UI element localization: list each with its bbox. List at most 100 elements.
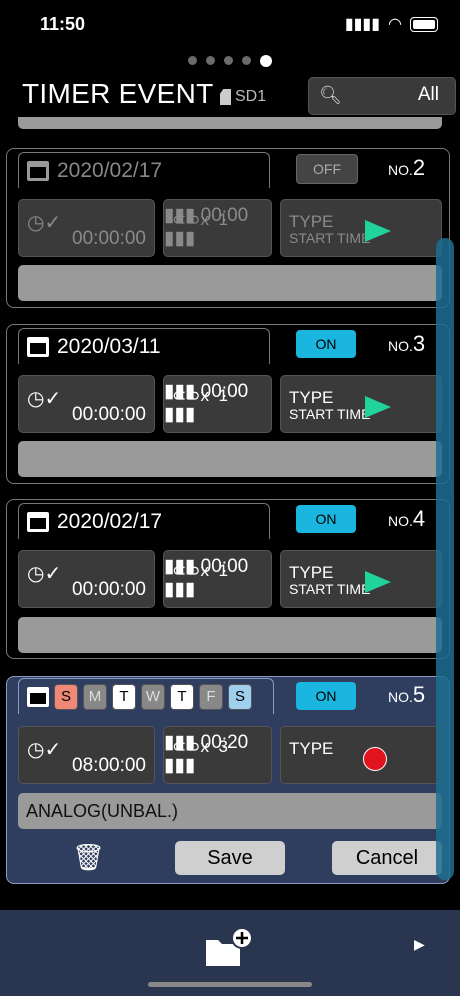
sd-indicator: SD1 — [220, 88, 266, 106]
event-number: NO.2 — [388, 155, 425, 181]
search-filter[interactable]: 🔍︎ All — [308, 77, 456, 115]
event-number: NO.3 — [388, 331, 425, 357]
type-value: START TIME — [289, 230, 371, 246]
event-toggle[interactable]: ON — [296, 682, 356, 710]
play-icon — [365, 396, 391, 418]
calendar-icon — [27, 511, 49, 532]
wifi-icon: ◠ — [388, 16, 402, 33]
page-dot[interactable] — [242, 56, 251, 65]
repeat-box[interactable]: ⊂⊃x 3 ▮▮▮ 00:20 ▮▮▮ — [163, 726, 272, 784]
type-box[interactable]: TYPE START TIME — [280, 199, 442, 257]
event-toggle[interactable]: ON — [296, 330, 356, 358]
save-button[interactable]: Save — [175, 841, 285, 875]
day-saturday[interactable]: S — [228, 683, 252, 710]
event-time: 00:00:00 — [72, 404, 146, 425]
status-icons: ▮▮▮▮ ◠ — [345, 14, 438, 34]
clock-check-icon: ◷✓ — [27, 212, 62, 234]
time-box[interactable]: ◷✓ 00:00:00 — [18, 375, 155, 433]
page-dot[interactable] — [188, 56, 197, 65]
page-dot[interactable] — [224, 56, 233, 65]
event-date-tab[interactable]: 2020/02/17 — [18, 152, 270, 188]
type-value: START TIME — [289, 581, 371, 597]
clock-check-icon: ◷✓ — [27, 388, 62, 410]
repeat-interval: ▮▮▮ 00:00 ▮▮▮ — [164, 381, 249, 425]
play-icon — [365, 571, 391, 593]
next-arrow-icon[interactable]: ▶ — [414, 936, 425, 953]
day-sunday[interactable]: S — [54, 683, 78, 710]
record-icon — [363, 747, 387, 771]
event-number: NO.5 — [388, 682, 425, 708]
time-box[interactable]: ◷✓ 08:00:00 — [18, 726, 155, 784]
event-days-tab[interactable]: S M T W T F S — [18, 678, 274, 714]
time-box[interactable]: ◷✓ 00:00:00 — [18, 199, 155, 257]
trash-icon[interactable]: 🗑︎ — [72, 842, 105, 873]
event-number-value: 2 — [412, 155, 426, 180]
type-label: TYPE — [289, 388, 334, 407]
repeat-interval: ▮▮▮ 00:00 ▮▮▮ — [164, 556, 249, 600]
cancel-button[interactable]: Cancel — [332, 841, 442, 875]
home-indicator — [148, 982, 312, 987]
calendar-icon — [27, 160, 49, 181]
event-number-prefix: NO. — [388, 338, 413, 354]
event-number-prefix: NO. — [388, 162, 413, 178]
event-toggle[interactable]: OFF — [296, 154, 358, 184]
event-time: 00:00:00 — [72, 579, 146, 600]
interval-value: 00:00 — [200, 556, 249, 577]
sd-label: SD1 — [235, 88, 267, 105]
type-label: TYPE — [289, 212, 334, 231]
source-bar[interactable]: ANALOG(UNBAL.) — [18, 793, 442, 829]
type-label: TYPE — [289, 563, 334, 582]
page-dot-active[interactable] — [260, 54, 272, 67]
interval-value: 00:00 — [200, 205, 249, 226]
event-number-value: 4 — [412, 506, 426, 531]
event-number-value: 3 — [412, 331, 426, 356]
type-box[interactable]: TYPE START TIME — [280, 375, 442, 433]
event-date: 2020/02/17 — [57, 158, 163, 182]
event-number-prefix: NO. — [388, 513, 413, 529]
repeat-box[interactable]: ⊂⊃x 1 ▮▮▮ 00:00 ▮▮▮ — [163, 375, 272, 433]
page-dot[interactable] — [206, 56, 215, 65]
event-number-value: 5 — [412, 682, 426, 707]
time-box[interactable]: ◷✓ 00:00:00 — [18, 550, 155, 608]
event-date: 2020/02/17 — [57, 509, 163, 533]
type-value: START TIME — [289, 406, 371, 422]
event-date-tab[interactable]: 2020/02/17 — [18, 503, 270, 539]
interval-value: 00:00 — [200, 381, 249, 402]
battery-icon — [410, 16, 438, 32]
event-toggle[interactable]: ON — [296, 505, 356, 533]
sd-card-icon — [220, 89, 231, 105]
source-bar[interactable] — [18, 441, 442, 477]
signal-icon: ▮▮▮▮ — [344, 16, 381, 33]
type-box[interactable]: TYPE — [280, 726, 442, 784]
interval-value: 00:20 — [200, 732, 249, 753]
scrollbar[interactable] — [436, 238, 454, 880]
search-icon: 🔍︎ — [319, 85, 342, 105]
folder-add-icon[interactable] — [204, 927, 254, 968]
event-date-tab[interactable]: 2020/03/11 — [18, 328, 270, 364]
event-number: NO.4 — [388, 506, 425, 532]
clock-check-icon: ◷✓ — [27, 563, 62, 585]
event-number-prefix: NO. — [388, 689, 413, 705]
previous-event-source-bar[interactable] — [18, 117, 442, 129]
day-wednesday[interactable]: W — [141, 683, 165, 710]
play-icon — [365, 220, 391, 242]
calendar-icon — [27, 686, 49, 707]
clock-check-icon: ◷✓ — [27, 739, 62, 761]
source-bar[interactable] — [18, 617, 442, 653]
day-tuesday[interactable]: T — [112, 683, 136, 710]
status-time: 11:50 — [40, 14, 86, 34]
day-monday[interactable]: M — [83, 683, 107, 710]
calendar-icon — [27, 336, 49, 357]
day-friday[interactable]: F — [199, 683, 223, 710]
day-thursday[interactable]: T — [170, 683, 194, 710]
page-dots[interactable] — [0, 54, 460, 67]
repeat-box[interactable]: ⊂⊃x 1 ▮▮▮ 00:00 ▮▮▮ — [163, 199, 272, 257]
search-filter-value: All — [417, 84, 439, 105]
type-label: TYPE — [289, 739, 334, 758]
source-bar[interactable] — [18, 265, 442, 301]
repeat-interval: ▮▮▮ 00:00 ▮▮▮ — [164, 205, 249, 249]
event-time: 00:00:00 — [72, 228, 146, 249]
repeat-box[interactable]: ⊂⊃x 1 ▮▮▮ 00:00 ▮▮▮ — [163, 550, 272, 608]
type-box[interactable]: TYPE START TIME — [280, 550, 442, 608]
event-date: 2020/03/11 — [57, 334, 161, 358]
